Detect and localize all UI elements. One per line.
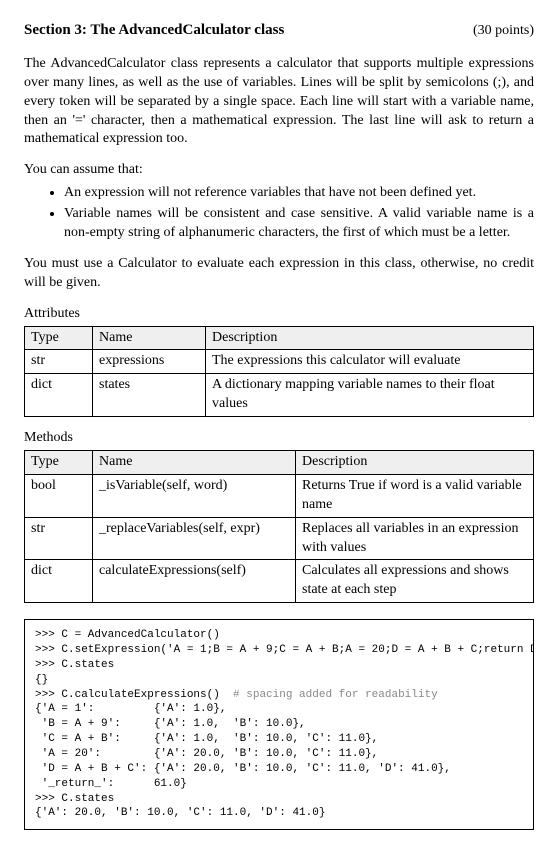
intro-paragraph: The AdvancedCalculator class represents … <box>24 55 534 149</box>
code-line: >>> C.calculateExpressions() <box>35 689 233 701</box>
list-item: Variable names will be consistent and ca… <box>64 205 534 243</box>
attributes-table: Type Name Description str expressions Th… <box>24 326 534 418</box>
section-points: (30 points) <box>473 22 534 41</box>
cell-name: expressions <box>93 350 206 374</box>
code-line: 'D = A + B + C': {'A': 20.0, 'B': 10.0, … <box>35 763 451 775</box>
col-name-header: Name <box>93 451 296 475</box>
col-type-header: Type <box>25 326 93 350</box>
cell-desc: Calculates all expressions and shows sta… <box>296 560 534 603</box>
table-row: str _replaceVariables(self, expr) Replac… <box>25 517 534 560</box>
methods-label: Methods <box>24 429 534 448</box>
table-row: str expressions The expressions this cal… <box>25 350 534 374</box>
code-line: 'A = 20': {'A': 20.0, 'B': 10.0, 'C': 11… <box>35 748 378 760</box>
table-header-row: Type Name Description <box>25 326 534 350</box>
table-row: bool _isVariable(self, word) Returns Tru… <box>25 474 534 517</box>
cell-type: str <box>25 517 93 560</box>
code-line: {} <box>35 674 48 686</box>
cell-type: bool <box>25 474 93 517</box>
assumptions-list: An expression will not reference variabl… <box>24 184 534 243</box>
table-row: dict calculateExpressions(self) Calculat… <box>25 560 534 603</box>
cell-name: states <box>93 374 206 417</box>
cell-name: calculateExpressions(self) <box>93 560 296 603</box>
cell-name: _replaceVariables(self, expr) <box>93 517 296 560</box>
methods-table: Type Name Description bool _isVariable(s… <box>24 450 534 603</box>
code-line: 'B = A + 9': {'A': 1.0, 'B': 10.0}, <box>35 718 306 730</box>
assume-lead: You can assume that: <box>24 161 534 180</box>
code-line: >>> C.states <box>35 793 114 805</box>
cell-desc: Replaces all variables in an expression … <box>296 517 534 560</box>
code-example: >>> C = AdvancedCalculator() >>> C.setEx… <box>24 619 534 830</box>
col-name-header: Name <box>93 326 206 350</box>
code-line: 'C = A + B': {'A': 1.0, 'B': 10.0, 'C': … <box>35 733 378 745</box>
cell-type: dict <box>25 560 93 603</box>
attributes-label: Attributes <box>24 305 534 324</box>
code-line: >>> C.states <box>35 659 114 671</box>
code-line: >>> C = AdvancedCalculator() <box>35 629 220 641</box>
code-line: {'A = 1': {'A': 1.0}, <box>35 703 226 715</box>
cell-type: str <box>25 350 93 374</box>
must-use-paragraph: You must use a Calculator to evaluate ea… <box>24 255 534 293</box>
section-header: Section 3: The AdvancedCalculator class … <box>24 20 534 41</box>
section-title: Section 3: The AdvancedCalculator class <box>24 20 284 40</box>
cell-desc: A dictionary mapping variable names to t… <box>206 374 534 417</box>
col-desc-header: Description <box>296 451 534 475</box>
col-desc-header: Description <box>206 326 534 350</box>
cell-name: _isVariable(self, word) <box>93 474 296 517</box>
cell-type: dict <box>25 374 93 417</box>
code-line: >>> C.setExpression('A = 1;B = A + 9;C =… <box>35 644 534 656</box>
code-line: '_return_': 61.0} <box>35 778 187 790</box>
col-type-header: Type <box>25 451 93 475</box>
list-item: An expression will not reference variabl… <box>64 184 534 203</box>
cell-desc: The expressions this calculator will eva… <box>206 350 534 374</box>
code-line: {'A': 20.0, 'B': 10.0, 'C': 11.0, 'D': 4… <box>35 807 325 819</box>
table-row: dict states A dictionary mapping variabl… <box>25 374 534 417</box>
cell-desc: Returns True if word is a valid variable… <box>296 474 534 517</box>
code-comment: # spacing added for readability <box>233 689 438 701</box>
table-header-row: Type Name Description <box>25 451 534 475</box>
